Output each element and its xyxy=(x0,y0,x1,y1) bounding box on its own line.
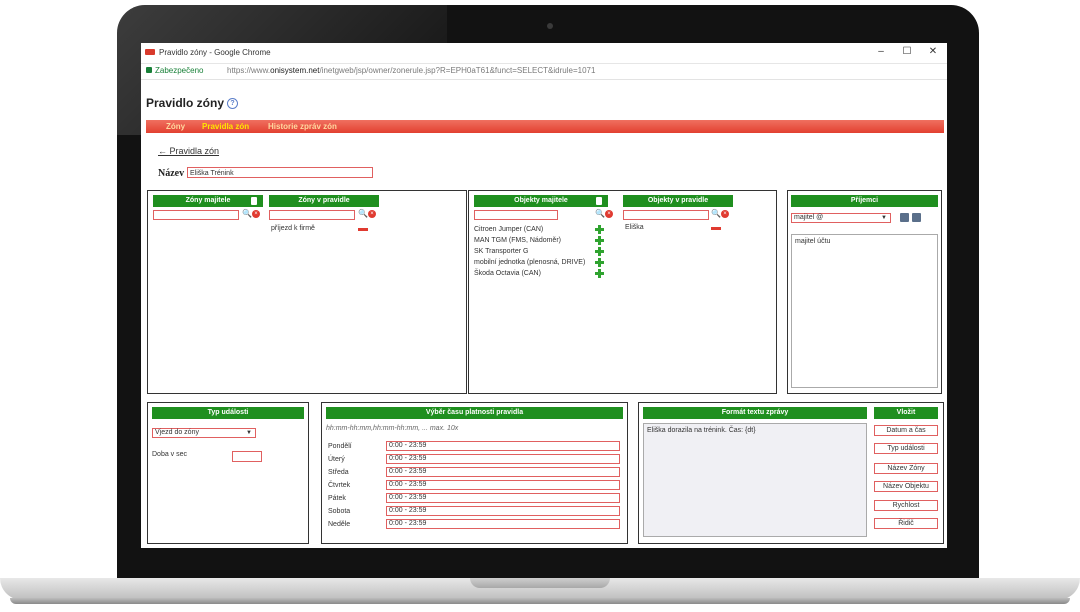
day-time-input[interactable]: 0:00 - 23:59 xyxy=(386,506,620,516)
rule-zones-header: Zóny v pravidle xyxy=(269,195,379,207)
day-time-input[interactable]: 0:00 - 23:59 xyxy=(386,519,620,529)
maximize-button[interactable]: ☐ xyxy=(895,45,919,59)
objects-panel: Objekty majitele Objekty v pravidle 🔍 × … xyxy=(468,190,777,394)
contacts-icon[interactable] xyxy=(912,213,921,222)
window-titlebar: Pravidlo zóny - Google Chrome – ☐ ✕ xyxy=(141,43,947,64)
time-header: Výběr času platnosti pravidla xyxy=(326,407,623,419)
rule-objects-search-input[interactable] xyxy=(623,210,709,220)
zones-panel: Zóny majitele Zóny v pravidle 🔍 × 🔍 × př… xyxy=(147,190,467,394)
recipients-header: Příjemci xyxy=(791,195,938,207)
event-header: Typ události xyxy=(152,407,304,419)
owner-object-item[interactable]: Škoda Octavia (CAN) xyxy=(474,270,541,277)
day-time-input[interactable]: 0:00 - 23:59 xyxy=(386,441,620,451)
message-header: Formát textu zprávy xyxy=(643,407,867,419)
name-label: Název xyxy=(158,168,185,179)
window-title: Pravidlo zóny - Google Chrome xyxy=(159,48,271,57)
remove-icon[interactable] xyxy=(358,228,368,231)
recipients-list[interactable]: majitel účtu xyxy=(791,234,938,388)
day-time-input[interactable]: 0:00 - 23:59 xyxy=(386,493,620,503)
help-icon[interactable]: ? xyxy=(227,98,239,110)
menu-bar: Zóny Pravidla zón Historie zpráv zón xyxy=(146,120,944,133)
day-time-input[interactable]: 0:00 - 23:59 xyxy=(386,480,620,490)
clear-icon[interactable]: × xyxy=(368,210,376,218)
address-bar[interactable]: Zabezpečeno https://www.onisystem.net/in… xyxy=(141,64,947,80)
delay-label: Doba v sec xyxy=(152,451,188,458)
recipients-select[interactable]: majitel @ ▼ xyxy=(791,213,891,223)
insert-header: Vložit xyxy=(874,407,938,419)
rule-zones-search-input[interactable] xyxy=(269,210,355,220)
owner-object-item[interactable]: Citroen Jumper (CAN) xyxy=(474,226,543,233)
clear-icon[interactable]: × xyxy=(252,210,260,218)
time-panel: Výběr času platnosti pravidla hh:mm-hh:m… xyxy=(321,402,628,544)
day-label: Pondělí xyxy=(328,443,352,450)
back-link[interactable]: ← Pravidla zón xyxy=(158,146,219,156)
search-icon[interactable]: 🔍 xyxy=(358,210,368,218)
owner-objects-header: Objekty majitele xyxy=(474,195,608,207)
laptop-foot xyxy=(10,598,1070,604)
clear-icon[interactable]: × xyxy=(605,210,613,218)
menu-item-zone-history[interactable]: Historie zpráv zón xyxy=(268,122,337,131)
insert-zone-name-button[interactable]: Název Zóny xyxy=(874,463,938,474)
url-text[interactable]: https://www.onisystem.net/inetgweb/jsp/o… xyxy=(227,66,595,75)
message-textarea[interactable]: Eliška dorazila na trénink. Čas: {dt} xyxy=(643,423,867,537)
insert-datetime-button[interactable]: Datum a čas xyxy=(874,425,938,436)
save-icon[interactable] xyxy=(900,213,909,222)
rule-object-item[interactable]: Eliška xyxy=(625,224,644,231)
menu-item-zone-rules[interactable]: Pravidla zón xyxy=(202,122,249,131)
rule-zone-item[interactable]: příjezd k firmě xyxy=(271,225,315,232)
day-time-input[interactable]: 0:00 - 23:59 xyxy=(386,467,620,477)
event-select[interactable]: Vjezd do zóny ▼ xyxy=(152,428,256,438)
document-icon[interactable] xyxy=(596,197,602,205)
owner-zones-header: Zóny majitele xyxy=(153,195,263,207)
add-icon[interactable] xyxy=(595,269,604,278)
day-time-input[interactable]: 0:00 - 23:59 xyxy=(386,454,620,464)
recipient-item[interactable]: majitel účtu xyxy=(795,238,830,245)
rule-objects-header: Objekty v pravidle xyxy=(623,195,733,207)
day-label: Středa xyxy=(328,469,349,476)
insert-object-name-button[interactable]: Název Objektu xyxy=(874,481,938,492)
minimize-button[interactable]: – xyxy=(869,45,893,59)
day-label: Pátek xyxy=(328,495,346,502)
search-icon[interactable]: 🔍 xyxy=(711,210,721,218)
owner-object-item[interactable]: mobilní jednotka (plenosná, DRIVE) xyxy=(474,259,585,266)
add-icon[interactable] xyxy=(595,225,604,234)
remove-icon[interactable] xyxy=(711,227,721,230)
chevron-down-icon: ▼ xyxy=(881,215,887,221)
laptop-notch xyxy=(470,578,610,588)
insert-speed-button[interactable]: Rychlost xyxy=(874,500,938,511)
insert-driver-button[interactable]: Řidič xyxy=(874,518,938,529)
recipients-panel: Příjemci majitel @ ▼ majitel účtu xyxy=(787,190,942,394)
document-icon[interactable] xyxy=(251,197,257,205)
page-title: Pravidlo zóny? xyxy=(146,96,239,110)
day-label: Úterý xyxy=(328,456,345,463)
delay-input[interactable] xyxy=(232,451,262,462)
close-button[interactable]: ✕ xyxy=(921,45,945,59)
search-icon[interactable]: 🔍 xyxy=(595,210,605,218)
owner-object-item[interactable]: SK Transporter G xyxy=(474,248,528,255)
day-label: Čtvrtek xyxy=(328,482,351,489)
message-panel: Formát textu zprávy Eliška dorazila na t… xyxy=(638,402,944,544)
camera-icon xyxy=(547,23,553,29)
chevron-down-icon: ▼ xyxy=(246,430,252,436)
menu-item-zones[interactable]: Zóny xyxy=(166,122,185,131)
add-icon[interactable] xyxy=(595,258,604,267)
owner-zones-search-input[interactable] xyxy=(153,210,239,220)
search-icon[interactable]: 🔍 xyxy=(242,210,252,218)
event-panel: Typ události Vjezd do zóny ▼ Doba v sec xyxy=(147,402,309,544)
name-input[interactable]: Eliška Trénink xyxy=(187,167,373,178)
time-hint: hh:mm-hh:mm,hh:mm-hh:mm, ... max. 10x xyxy=(326,425,459,432)
day-label: Neděle xyxy=(328,521,351,528)
clear-icon[interactable]: × xyxy=(721,210,729,218)
day-label: Sobota xyxy=(328,508,351,515)
add-icon[interactable] xyxy=(595,247,604,256)
insert-event-type-button[interactable]: Typ události xyxy=(874,443,938,454)
owner-objects-search-input[interactable] xyxy=(474,210,558,220)
app-logo-icon xyxy=(145,49,155,55)
add-icon[interactable] xyxy=(595,236,604,245)
owner-object-item[interactable]: MAN TGM (FMS, Nádoměr) xyxy=(474,237,561,244)
secure-label: Zabezpečeno xyxy=(155,66,204,75)
lock-icon xyxy=(146,67,152,73)
screen: Pravidlo zóny - Google Chrome – ☐ ✕ Zabe… xyxy=(141,43,947,548)
